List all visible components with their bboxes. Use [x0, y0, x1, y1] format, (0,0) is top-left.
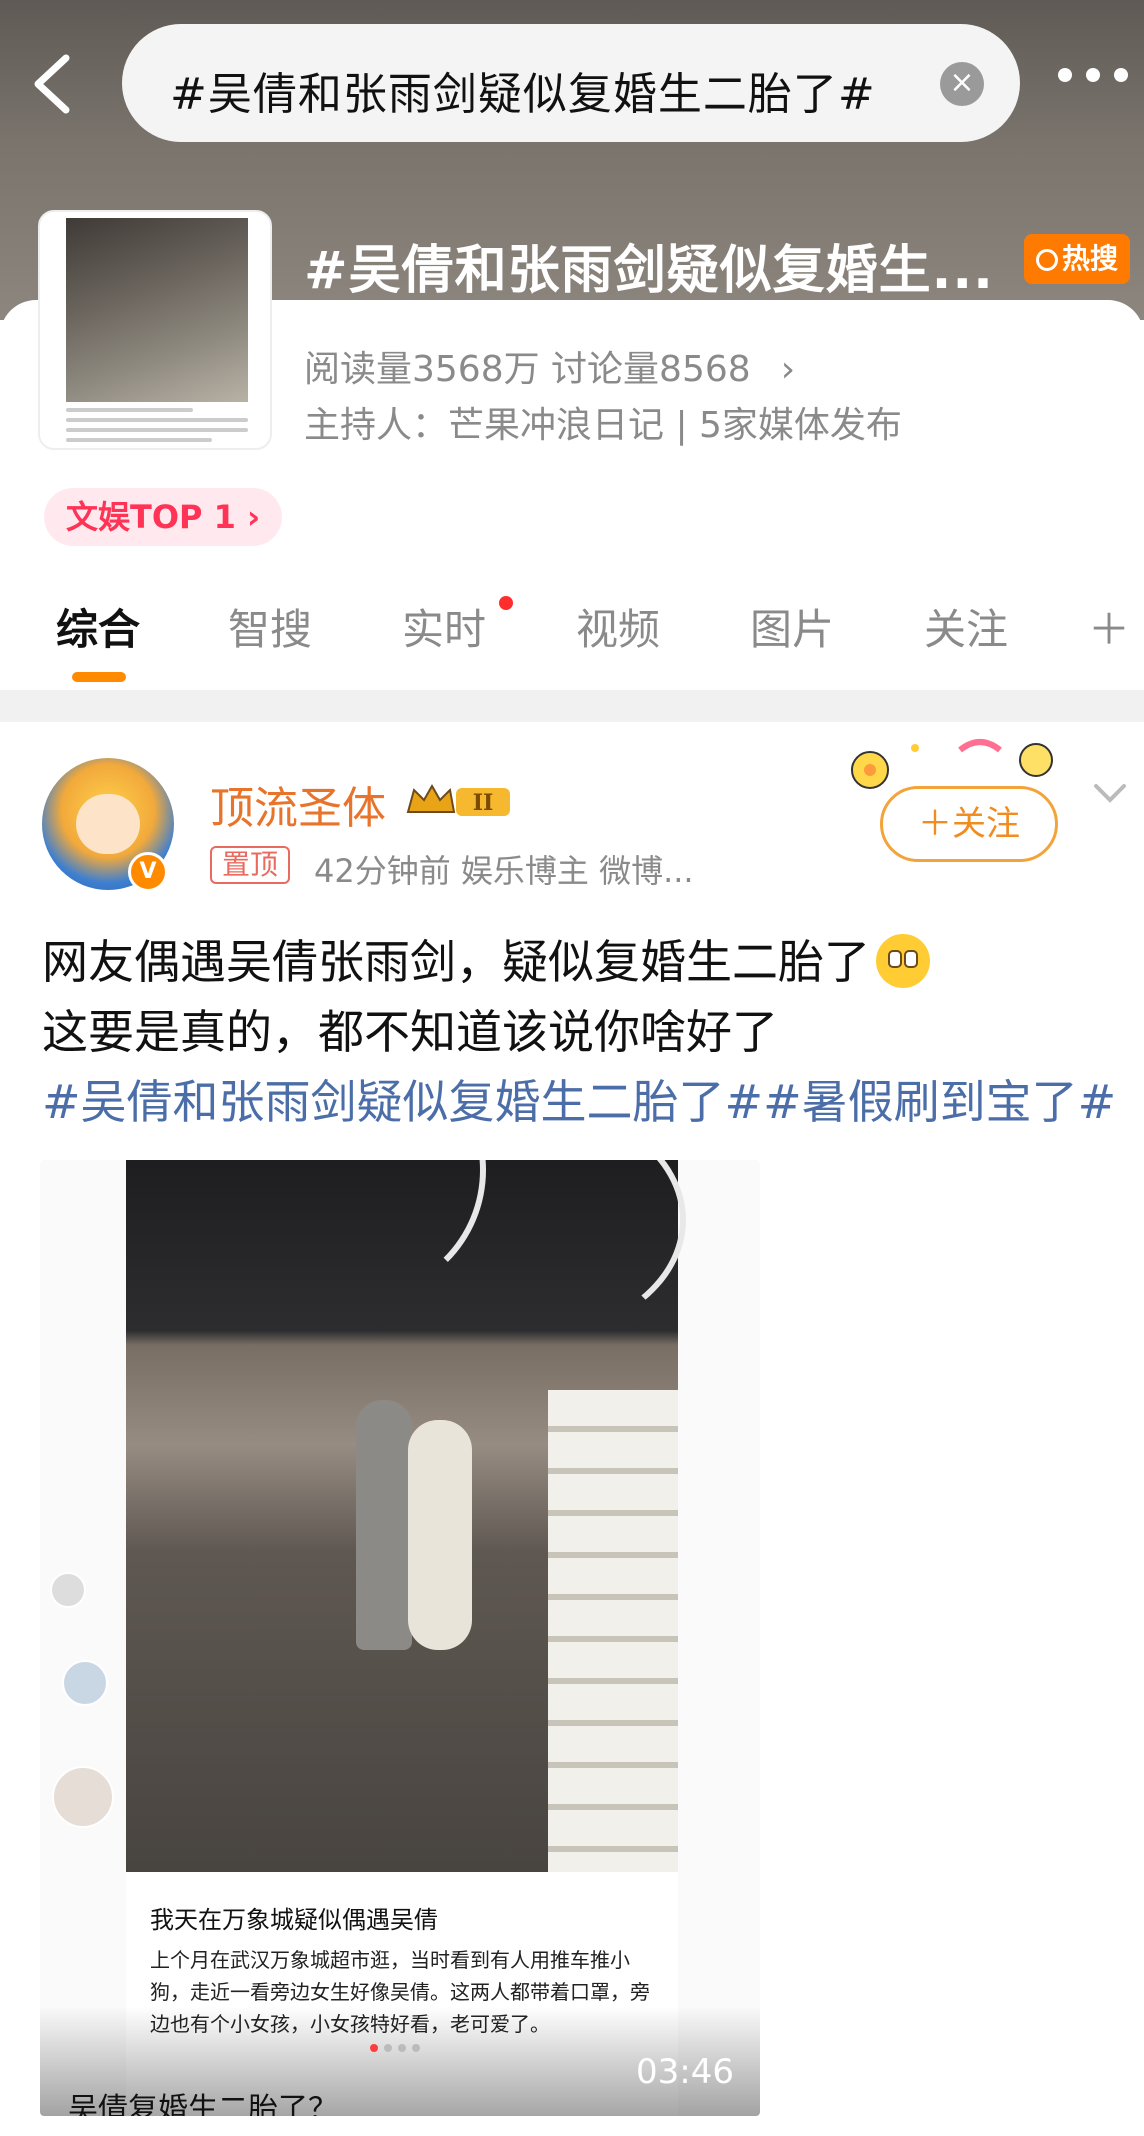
topic-thumbnail[interactable]	[38, 210, 272, 450]
page-dot	[370, 2044, 378, 2052]
clear-search-button[interactable]: ×	[940, 62, 984, 106]
close-icon: ×	[949, 65, 975, 100]
tab-comprehensive[interactable]: 综合	[56, 596, 140, 657]
hot-search-badge: 热搜	[1024, 234, 1130, 284]
commenter-avatar[interactable]	[52, 1766, 114, 1828]
post-video[interactable]: 我天在万象城疑似偶遇吴倩 上个月在武汉万象城超市逛，当时看到有人用推车推小狗，走…	[40, 1160, 760, 2116]
avatar-face	[76, 794, 140, 854]
post-text-line: 这要是真的，都不知道该说你啥好了	[42, 1005, 778, 1059]
more-dot-icon	[1114, 68, 1128, 82]
topic-stats-text: 阅读量3568万 讨论量8568	[304, 349, 751, 390]
video-thumbnail	[126, 1160, 686, 1872]
post-text-line: 网友偶遇吴倩张雨剑，疑似复婚生二胎了	[42, 926, 930, 992]
tab-images[interactable]: 图片	[750, 596, 834, 657]
post-hashtags[interactable]: #吴倩和张雨剑疑似复婚生二胎了##暑假刷到宝了#	[42, 1066, 1116, 1132]
video-duration: 03:46	[636, 2052, 734, 2092]
more-dot-icon	[1058, 68, 1072, 82]
rank-badge[interactable]: 文娱TOP 1 ›	[44, 488, 283, 546]
person-figure	[408, 1420, 472, 1650]
more-options-button[interactable]	[1058, 68, 1128, 98]
page-dot	[398, 2044, 406, 2052]
ceiling-light	[366, 1160, 686, 1340]
page-dot	[384, 2044, 392, 2052]
search-input[interactable]: #吴倩和张雨剑疑似复婚生二胎了# ×	[122, 24, 1020, 142]
topic-host: 主持人：芒果冲浪日记 | 5家媒体发布	[304, 405, 902, 446]
more-dot-icon	[1086, 68, 1100, 82]
topic-title[interactable]: #吴倩和张雨剑疑似复婚生...	[304, 228, 994, 303]
tab-add[interactable]: ＋	[1088, 596, 1130, 657]
page-dot	[412, 2044, 420, 2052]
section-divider	[0, 690, 1144, 722]
active-tab-indicator	[72, 672, 126, 682]
shocked-emoji-icon	[876, 934, 930, 988]
tab-following[interactable]: 关注	[924, 596, 1008, 657]
tab-bar: 综合 智搜 实时 视频 图片 关注 ＋	[0, 586, 1144, 682]
thumbnail-photo	[66, 218, 248, 402]
back-button[interactable]	[28, 52, 80, 116]
notification-dot	[499, 596, 513, 610]
tab-smart-search[interactable]: 智搜	[228, 596, 312, 657]
chevron-down-icon[interactable]	[1090, 778, 1130, 808]
video-title: 吴倩复婚生二胎了？	[68, 2092, 338, 2116]
tab-video[interactable]: 视频	[576, 596, 660, 657]
dairy-shelf	[548, 1390, 678, 1872]
hot-search-icon	[1035, 249, 1058, 271]
hot-badge-label: 热搜	[1061, 242, 1118, 275]
post-meta: 42分钟前 娱乐博主 微博...	[314, 852, 694, 890]
commenter-avatar[interactable]	[62, 1660, 108, 1706]
pinned-tag: 置顶	[210, 846, 291, 884]
follow-button[interactable]: ＋关注	[880, 786, 1058, 862]
post-username[interactable]: 顶流圣体	[210, 772, 386, 836]
search-query: #吴倩和张雨剑疑似复婚生二胎了#	[170, 69, 876, 120]
thumbnail-text-lines	[66, 408, 248, 448]
level-badge-text: II	[473, 790, 494, 816]
chevron-right-icon: ›	[780, 349, 796, 390]
verified-badge-icon: V	[128, 852, 168, 892]
page-indicator	[370, 2044, 420, 2052]
chevron-left-icon	[34, 54, 70, 114]
crown-level-icon: II	[406, 783, 510, 816]
person-figure	[356, 1400, 412, 1650]
tab-realtime[interactable]: 实时	[402, 596, 486, 657]
topic-stats[interactable]: 阅读量3568万 讨论量8568 ›	[304, 340, 795, 392]
post-text: 网友偶遇吴倩张雨剑，疑似复婚生二胎了	[42, 935, 870, 989]
commenter-avatar[interactable]	[50, 1572, 86, 1608]
caption-title: 我天在万象城疑似偶遇吴倩	[150, 1906, 438, 1934]
